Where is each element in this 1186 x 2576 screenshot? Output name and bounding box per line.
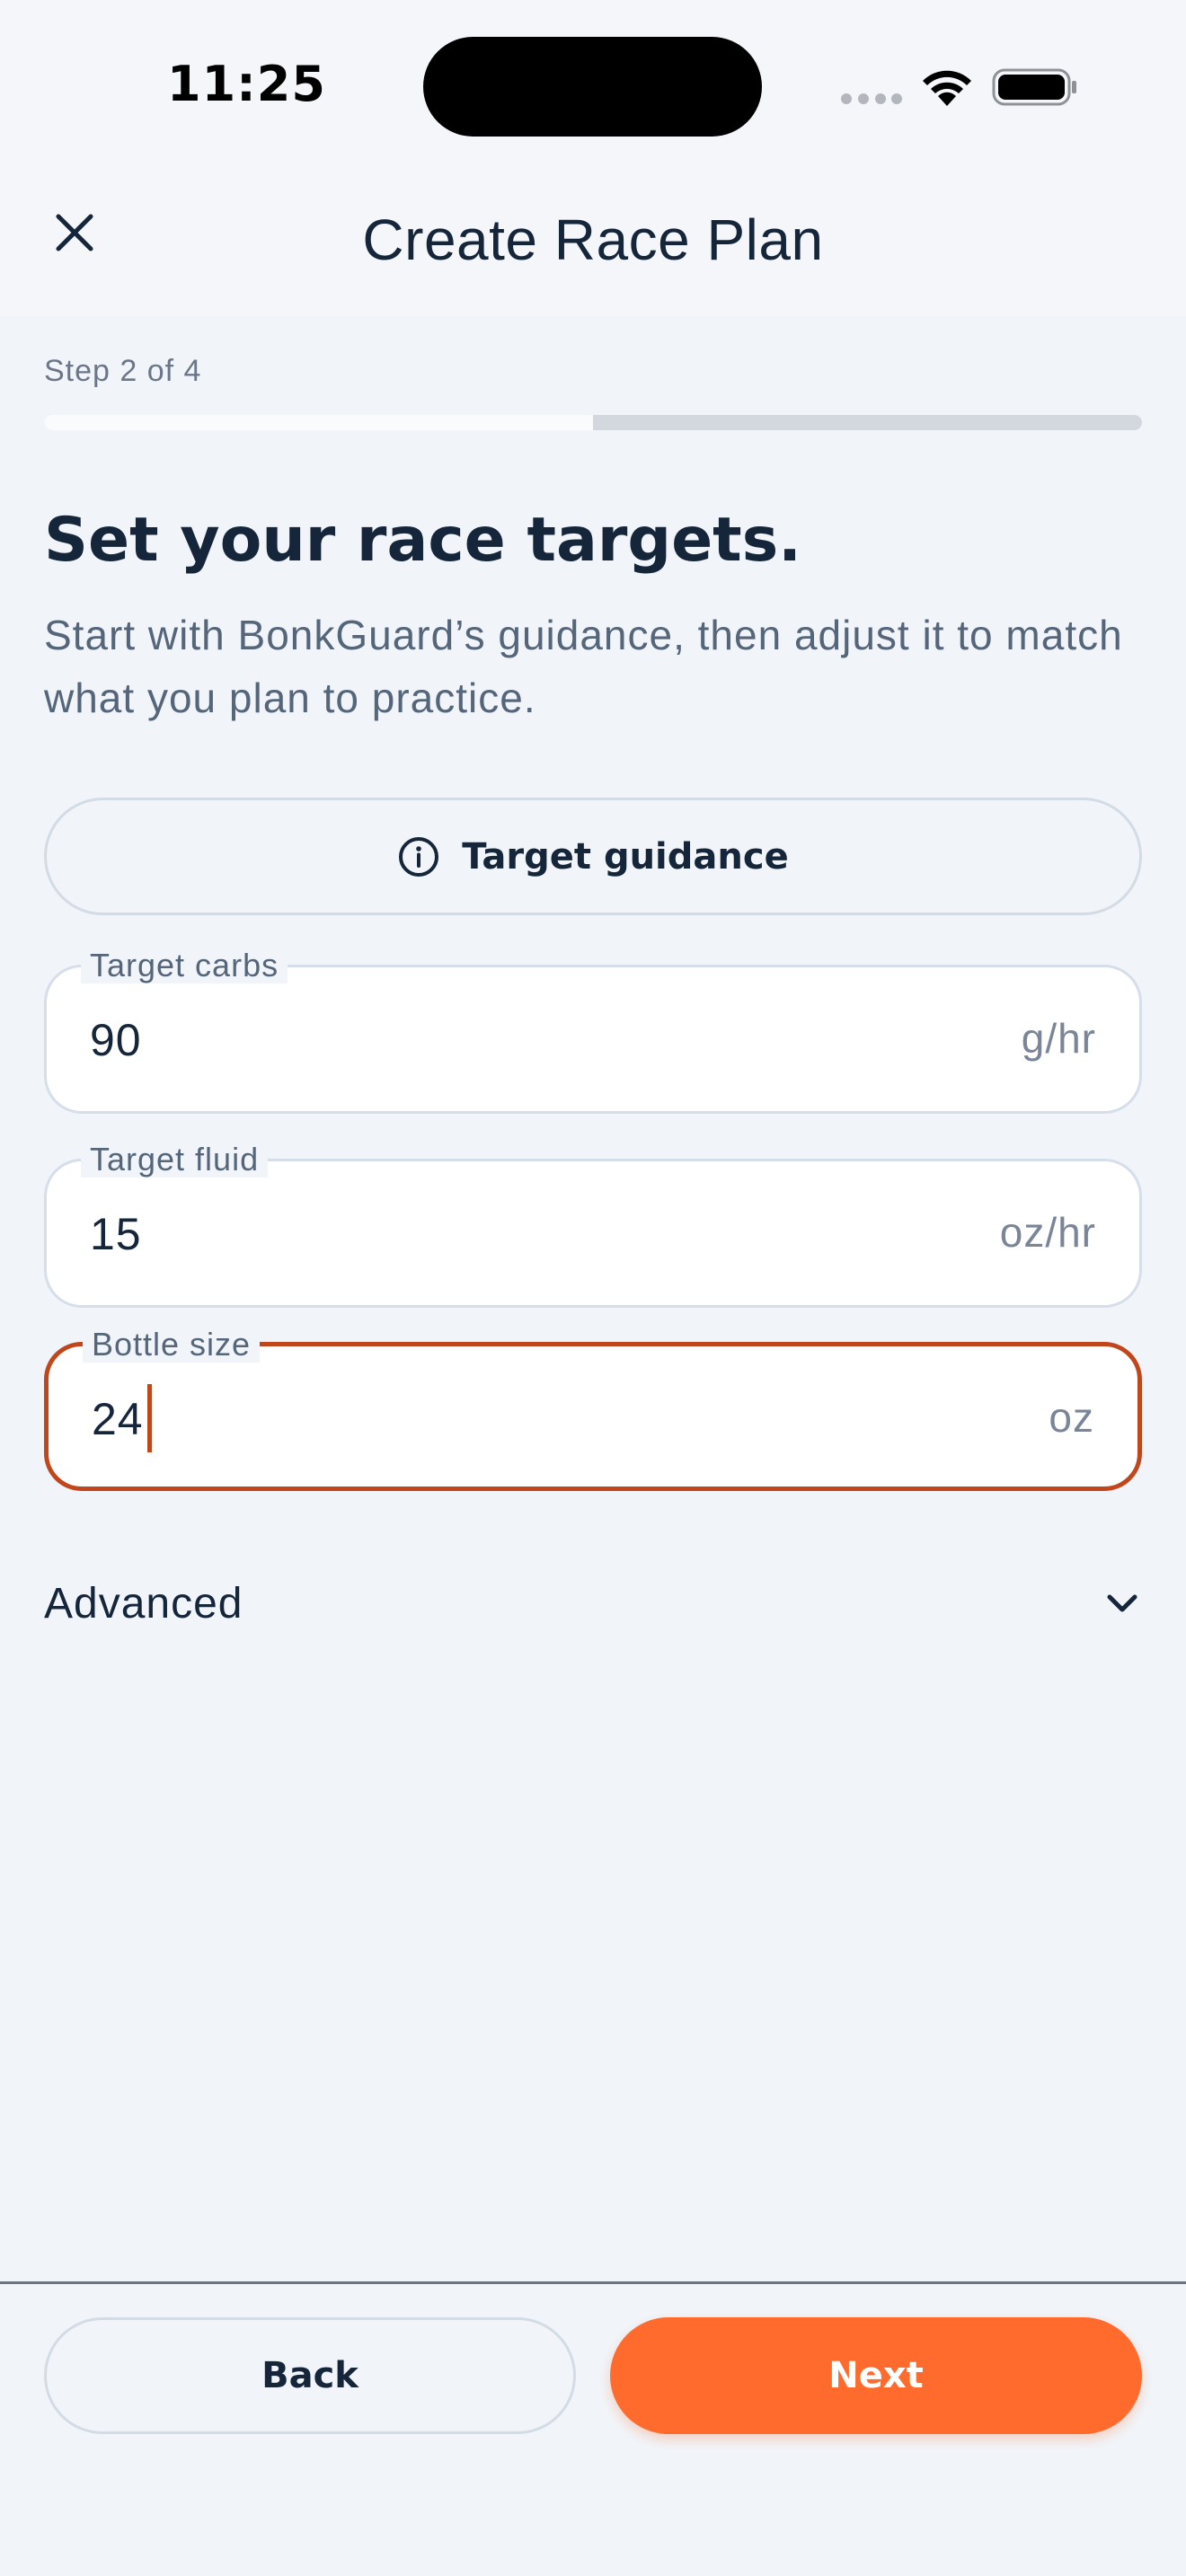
progress-bar-fill (44, 415, 593, 430)
bottle-size-input[interactable]: 24 (92, 1384, 152, 1452)
bottle-size-label: Bottle size (83, 1327, 261, 1363)
target-fluid-value[interactable]: 15 (90, 1208, 142, 1260)
dynamic-island (423, 37, 762, 137)
target-carbs-label: Target carbs (81, 948, 288, 984)
info-icon (399, 836, 439, 877)
target-fluid-label: Target fluid (81, 1142, 269, 1178)
bottle-size-value: 24 (92, 1394, 144, 1445)
back-button-label: Back (261, 2355, 358, 2396)
target-guidance-label: Target guidance (462, 835, 789, 878)
footer-divider (0, 2281, 1186, 2284)
wifi-icon (923, 70, 971, 106)
bottle-size-field[interactable]: Bottle size 24 oz (44, 1327, 1142, 1491)
target-carbs-unit: g/hr (1021, 1015, 1096, 1062)
target-guidance-button[interactable]: Target guidance (44, 798, 1142, 915)
create-race-plan-screen: 11:25 Create Race Plan Step 2 of 4 Set y… (0, 0, 1186, 2576)
section-headline: Set your race targets. (44, 505, 801, 576)
status-bar: 11:25 (0, 0, 1186, 171)
next-button[interactable]: Next (610, 2317, 1142, 2434)
advanced-toggle[interactable]: Advanced (44, 1563, 1142, 1644)
advanced-label: Advanced (44, 1579, 243, 1628)
chevron-down-icon (1107, 1594, 1137, 1612)
target-fluid-field[interactable]: Target fluid 15 oz/hr (44, 1142, 1142, 1308)
step-indicator: Step 2 of 4 (44, 354, 202, 388)
target-carbs-value[interactable]: 90 (90, 1014, 142, 1066)
cellular-signal-icon (841, 93, 902, 104)
next-button-label: Next (828, 2355, 924, 2396)
text-cursor (146, 1384, 152, 1452)
bottle-size-unit: oz (1049, 1394, 1094, 1441)
back-button[interactable]: Back (44, 2317, 576, 2434)
status-time: 11:25 (167, 56, 326, 112)
page-title: Create Race Plan (362, 207, 824, 272)
section-subtitle: Start with BonkGuard’s guidance, then ad… (44, 612, 1123, 721)
target-fluid-unit: oz/hr (999, 1209, 1096, 1256)
target-carbs-field[interactable]: Target carbs 90 g/hr (44, 948, 1142, 1114)
progress-bar (44, 415, 1142, 430)
battery-full-icon (992, 68, 1076, 106)
